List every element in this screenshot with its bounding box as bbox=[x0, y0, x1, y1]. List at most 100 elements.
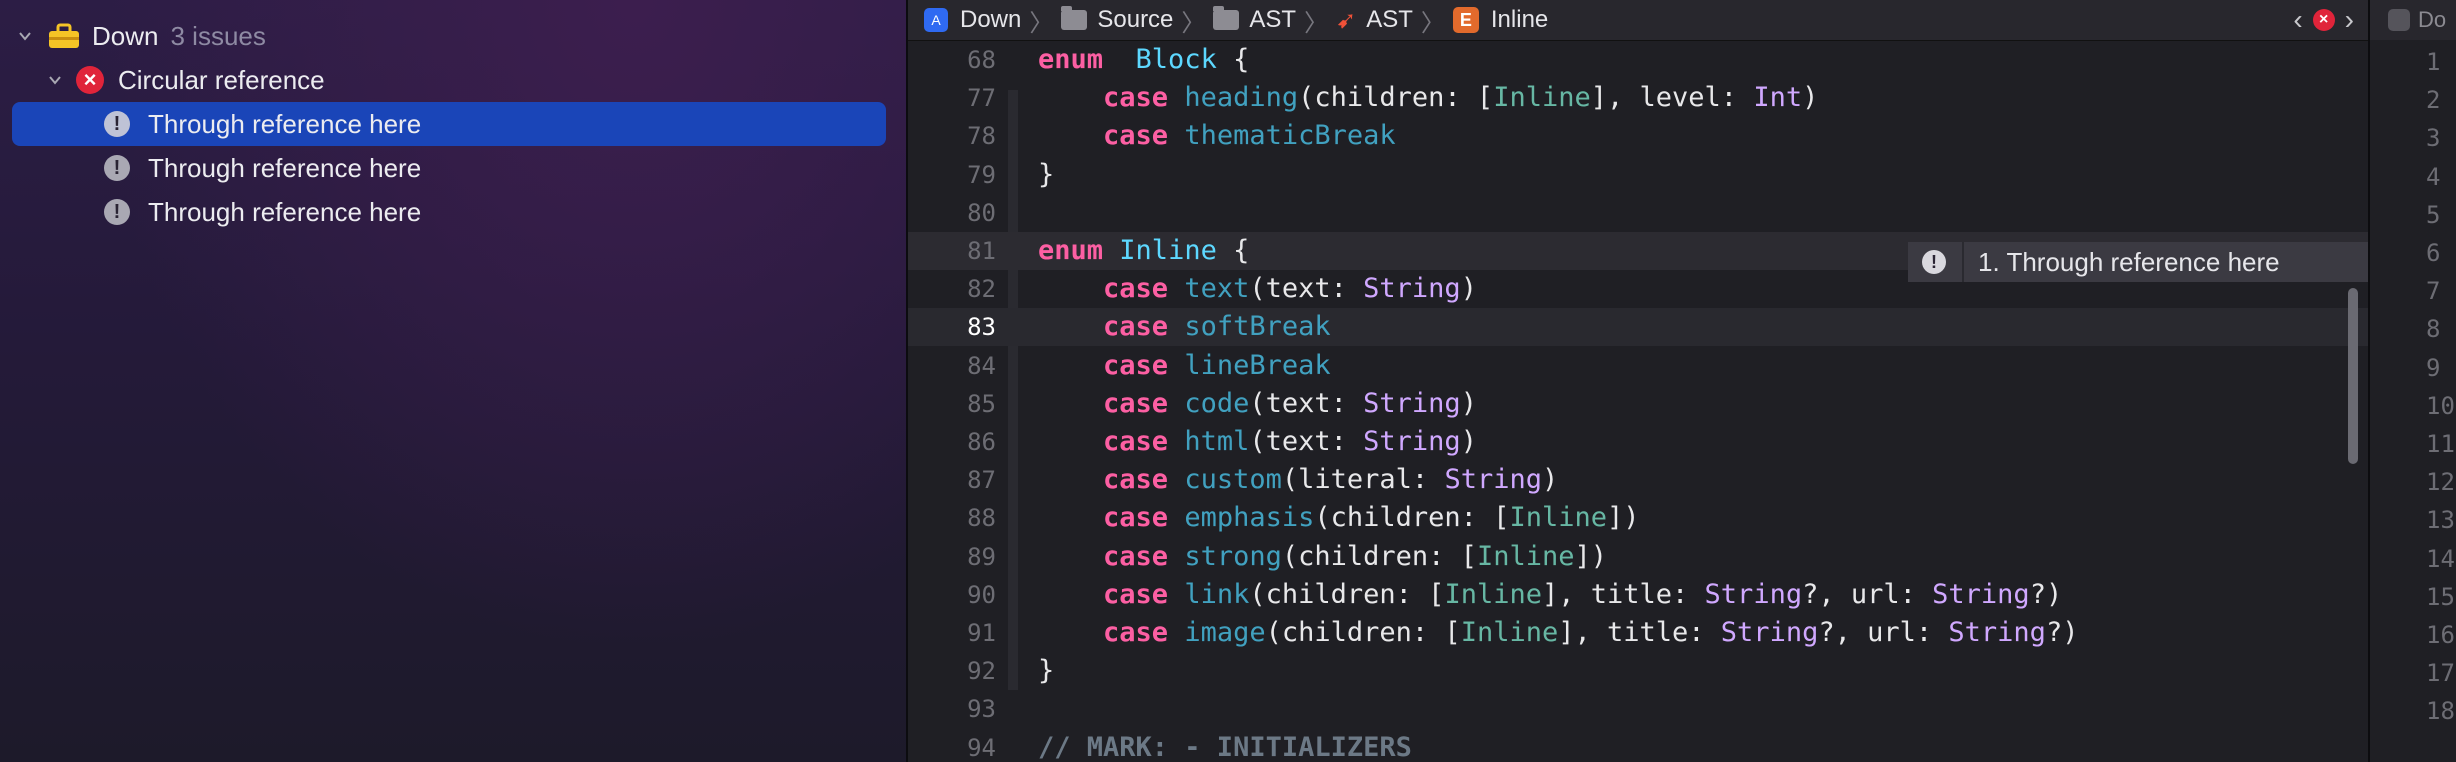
jumpbar-folder-source[interactable]: Source bbox=[1061, 6, 1173, 34]
line-number: 80 bbox=[967, 198, 996, 227]
jumpbar-symbol-inline[interactable]: E Inline bbox=[1452, 6, 1548, 34]
code-token: } bbox=[1038, 158, 1055, 190]
line-number: 6 bbox=[2426, 239, 2441, 267]
code-token: (text: bbox=[1249, 426, 1364, 457]
code-token: case bbox=[1103, 349, 1169, 381]
code-token: String bbox=[1932, 578, 2030, 610]
issue-child-row[interactable]: ! Through reference here bbox=[12, 102, 886, 146]
secondary-jump-bar[interactable]: Do bbox=[2370, 0, 2456, 40]
code-line[interactable]: 68 enum Block { bbox=[908, 41, 2368, 79]
error-icon[interactable]: × bbox=[2312, 9, 2335, 31]
code-line[interactable]: 80 bbox=[908, 194, 2368, 232]
code-token: ) bbox=[1460, 387, 1477, 419]
code-line[interactable]: 88 case emphasis(children: [Inline]) bbox=[908, 499, 2368, 537]
code-token: Inline bbox=[1476, 540, 1575, 572]
jumpbar-file-ast[interactable]: ➹ AST bbox=[1336, 6, 1413, 35]
code-token: // MARK: - INITIALIZERS bbox=[1038, 731, 1412, 762]
code-token: (children: [ bbox=[1314, 502, 1510, 534]
code-text: } bbox=[1038, 652, 1054, 690]
code-token: String bbox=[1704, 578, 1803, 610]
code-line[interactable]: 87 case custom(literal: String) bbox=[908, 461, 2368, 499]
code-line[interactable]: 94 // MARK: - INITIALIZERS bbox=[908, 729, 2368, 762]
issue-child-row[interactable]: ! Through reference here bbox=[12, 146, 886, 190]
issue-row[interactable]: × Circular reference bbox=[12, 58, 886, 102]
code-token: html bbox=[1184, 426, 1250, 457]
jumpbar-project[interactable]: A Down bbox=[908, 6, 1021, 34]
code-token: ) bbox=[1802, 82, 1819, 114]
line-number: 94 bbox=[967, 733, 996, 762]
code-token: ?, url: bbox=[1818, 617, 1949, 648]
code-line[interactable]: 83 case softBreak bbox=[908, 308, 2368, 347]
code-token: (children: [ bbox=[1249, 578, 1445, 610]
exclamation-icon: ! bbox=[104, 199, 130, 225]
code-line[interactable]: 92} bbox=[908, 652, 2368, 690]
chevron-down-icon[interactable] bbox=[18, 29, 32, 43]
line-number: 81 bbox=[967, 237, 996, 265]
code-line[interactable]: 91 case image(children: [Inline], title:… bbox=[908, 614, 2368, 652]
code-text: case text(text: String) bbox=[1038, 270, 1477, 308]
project-row[interactable]: Down 3 issues bbox=[12, 14, 886, 58]
code-line[interactable]: 79} bbox=[908, 156, 2368, 194]
jumpbar-folder-ast[interactable]: AST bbox=[1213, 6, 1296, 34]
line-number: 85 bbox=[967, 389, 996, 418]
line-number: 78 bbox=[967, 122, 996, 151]
code-line[interactable]: 78 case thematicBreak bbox=[908, 117, 2368, 155]
chevron-right-icon: 〉 bbox=[1420, 9, 1445, 37]
issue-child-row[interactable]: ! Through reference here bbox=[12, 190, 886, 234]
code-line[interactable]: 84 case lineBreak bbox=[908, 347, 2368, 385]
code-token: Inline bbox=[1119, 235, 1217, 266]
code-token: (children: [ bbox=[1298, 82, 1494, 114]
chevron-left-icon[interactable]: ‹ bbox=[2293, 4, 2302, 36]
code-token: heading bbox=[1184, 82, 1299, 114]
line-number: 10 bbox=[2426, 391, 2455, 420]
issue-banner[interactable]: ! 1. Through reference here bbox=[1908, 242, 2368, 282]
code-text: case link(children: [Inline], title: Str… bbox=[1038, 576, 2062, 614]
code-line[interactable]: 90 case link(children: [Inline], title: … bbox=[908, 576, 2368, 614]
code-token: (children: [ bbox=[1281, 540, 1477, 572]
issue-navigator: Down 3 issues × Circular reference ! Thr… bbox=[0, 0, 906, 762]
line-number: 1 bbox=[2426, 48, 2441, 76]
code-token: Block bbox=[1135, 44, 1217, 75]
code-token: case bbox=[1103, 502, 1169, 534]
line-number: 4 bbox=[2426, 162, 2441, 191]
code-token: ) bbox=[1460, 426, 1477, 457]
code-text: case custom(literal: String) bbox=[1038, 461, 1558, 499]
code-token: (children: [ bbox=[1265, 617, 1461, 648]
code-token: String bbox=[1444, 464, 1542, 496]
vertical-scrollbar[interactable] bbox=[2348, 288, 2358, 464]
code-line[interactable]: 77 case heading(children: [Inline], leve… bbox=[908, 79, 2368, 117]
toolbox-icon bbox=[48, 23, 80, 49]
exclamation-icon: ! bbox=[1922, 250, 1946, 274]
line-number: 8 bbox=[2426, 315, 2441, 344]
swift-icon: ➹ bbox=[1336, 6, 1357, 34]
line-number: 5 bbox=[2426, 200, 2441, 229]
folder-icon bbox=[1213, 6, 1240, 30]
code-token: String bbox=[1948, 617, 2046, 648]
code-token: ]) bbox=[1574, 540, 1608, 572]
banner-divider bbox=[1962, 242, 1964, 282]
code-line[interactable]: 86 case html(text: String) bbox=[908, 423, 2368, 461]
code-token: String bbox=[1363, 387, 1461, 419]
code-token: ) bbox=[1541, 464, 1559, 496]
code-area[interactable]: 68 enum Block {77 case heading(children: … bbox=[908, 40, 2368, 762]
code-line[interactable]: 93 bbox=[908, 690, 2368, 728]
chevron-right-icon[interactable]: › bbox=[2345, 4, 2354, 36]
line-number: 18 bbox=[2426, 697, 2455, 726]
line-number: 93 bbox=[967, 695, 996, 724]
line-number: 83 bbox=[967, 313, 996, 342]
code-text: case softBreak bbox=[1038, 308, 1331, 346]
chevron-down-icon[interactable] bbox=[48, 73, 62, 87]
issue-child-label: Through reference here bbox=[148, 108, 422, 139]
code-line[interactable]: 85 case code(text: String) bbox=[908, 385, 2368, 423]
code-token: lineBreak bbox=[1184, 349, 1331, 381]
code-line[interactable]: 89 case strong(children: [Inline]) bbox=[908, 538, 2368, 576]
